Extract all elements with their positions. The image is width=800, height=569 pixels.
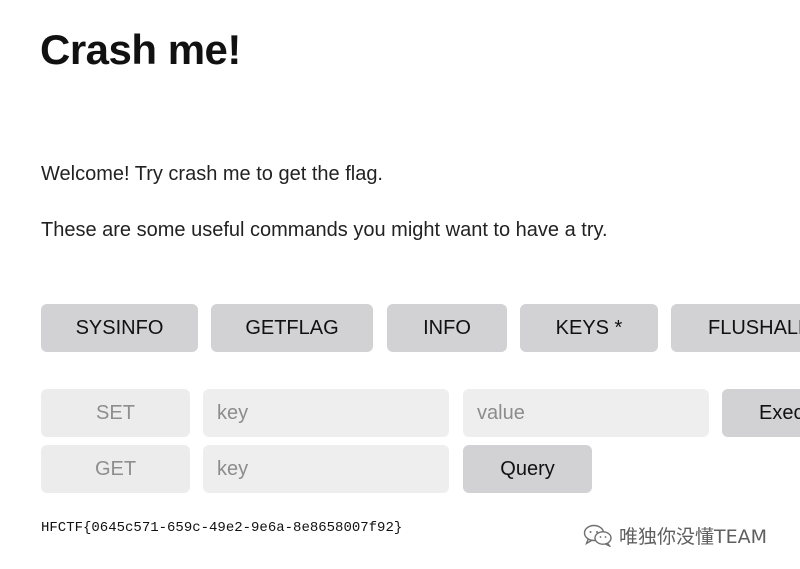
hint-text: These are some useful commands you might…: [41, 219, 608, 241]
execute-button[interactable]: Execute: [722, 389, 800, 437]
keys-button[interactable]: KEYS *: [520, 304, 658, 352]
wechat-icon: [583, 523, 613, 547]
query-button[interactable]: Query: [463, 445, 592, 493]
welcome-text: Welcome! Try crash me to get the flag.: [41, 163, 383, 185]
flushall-button[interactable]: FLUSHALL: [671, 304, 800, 352]
flag-output: HFCTF{0645c571-659c-49e2-9e6a-8e8658007f…: [41, 520, 403, 536]
set-value-input[interactable]: [463, 389, 709, 437]
watermark: 唯独你没懂TEAM: [583, 522, 767, 548]
getflag-button[interactable]: GETFLAG: [211, 304, 373, 352]
watermark-text: 唯独你没懂TEAM: [619, 525, 768, 548]
set-key-input[interactable]: [203, 389, 449, 437]
set-label: SET: [41, 389, 190, 437]
info-button[interactable]: INFO: [387, 304, 507, 352]
get-key-input[interactable]: [203, 445, 449, 493]
get-label: GET: [41, 445, 190, 493]
page-title: Crash me!: [40, 26, 241, 73]
sysinfo-button[interactable]: SYSINFO: [41, 304, 198, 352]
